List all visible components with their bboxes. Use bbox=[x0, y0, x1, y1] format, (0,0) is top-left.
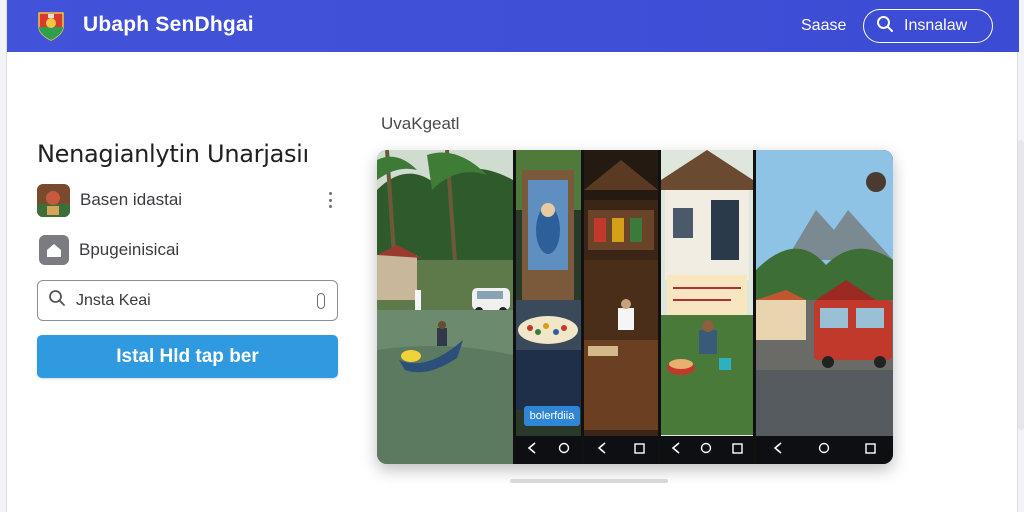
list-item-1[interactable]: Basen idastai bbox=[37, 182, 337, 218]
home-icon[interactable] bbox=[818, 441, 830, 459]
phone-nav-bar bbox=[661, 436, 753, 464]
avatar bbox=[37, 183, 70, 217]
phone-nav-bar bbox=[756, 436, 893, 464]
install-button[interactable]: Istal Hld tap ber bbox=[37, 335, 338, 378]
panel-title: Nenagianlytin Unarjasiı bbox=[37, 140, 309, 168]
back-icon[interactable] bbox=[527, 441, 537, 459]
list-item-2[interactable]: Bpugeinisicai bbox=[37, 232, 337, 268]
home-icon[interactable] bbox=[558, 441, 570, 459]
search-input[interactable] bbox=[76, 291, 296, 310]
list-item-label: Basen idastai bbox=[80, 190, 183, 209]
back-icon[interactable] bbox=[597, 441, 607, 459]
vertical-scrollbar[interactable] bbox=[1018, 140, 1024, 430]
top-link[interactable]: Saase bbox=[801, 17, 846, 35]
top-bar: Ubaph SenDhgai Saase Insnalaw bbox=[7, 0, 1019, 52]
search-icon bbox=[48, 289, 66, 312]
search-icon bbox=[876, 15, 904, 38]
gallery-screen-shrine-market[interactable]: bolerfdiia bbox=[516, 150, 581, 464]
field-end-icon[interactable] bbox=[317, 293, 325, 309]
gallery-screen-mountain-street[interactable] bbox=[756, 150, 893, 464]
app-title: Ubaph SenDhgai bbox=[83, 13, 254, 36]
house-icon bbox=[39, 235, 69, 265]
top-search-label: Insnalaw bbox=[904, 17, 968, 34]
home-icon[interactable] bbox=[700, 441, 712, 459]
gallery-screen-river-boat[interactable] bbox=[377, 150, 513, 464]
gallery-scroll-indicator[interactable] bbox=[510, 479, 668, 483]
recents-icon[interactable] bbox=[732, 441, 743, 459]
recents-icon[interactable] bbox=[634, 441, 645, 459]
phone-nav-bar bbox=[584, 436, 658, 464]
app-logo-icon bbox=[35, 10, 67, 42]
gallery-caption: UvaKgeatl bbox=[381, 114, 460, 133]
search-field[interactable] bbox=[37, 280, 338, 321]
gallery-screen-wooden-stall[interactable] bbox=[584, 150, 658, 464]
back-icon[interactable] bbox=[773, 441, 783, 459]
list-item-label: Bpugeinisicai bbox=[79, 240, 180, 259]
top-search-button[interactable]: Insnalaw bbox=[863, 9, 993, 43]
recents-icon[interactable] bbox=[864, 441, 876, 459]
kebab-menu-icon[interactable] bbox=[325, 190, 335, 210]
screenshot-gallery[interactable]: bolerfdiia bbox=[377, 150, 893, 464]
back-icon[interactable] bbox=[671, 441, 681, 459]
gallery-screen-village-vendor[interactable] bbox=[661, 150, 753, 464]
phone-nav-bar bbox=[516, 436, 581, 464]
app-window: Ubaph SenDhgai Saase Insnalaw Nenagianly… bbox=[6, 0, 1024, 512]
chip-label[interactable]: bolerfdiia bbox=[524, 406, 580, 426]
